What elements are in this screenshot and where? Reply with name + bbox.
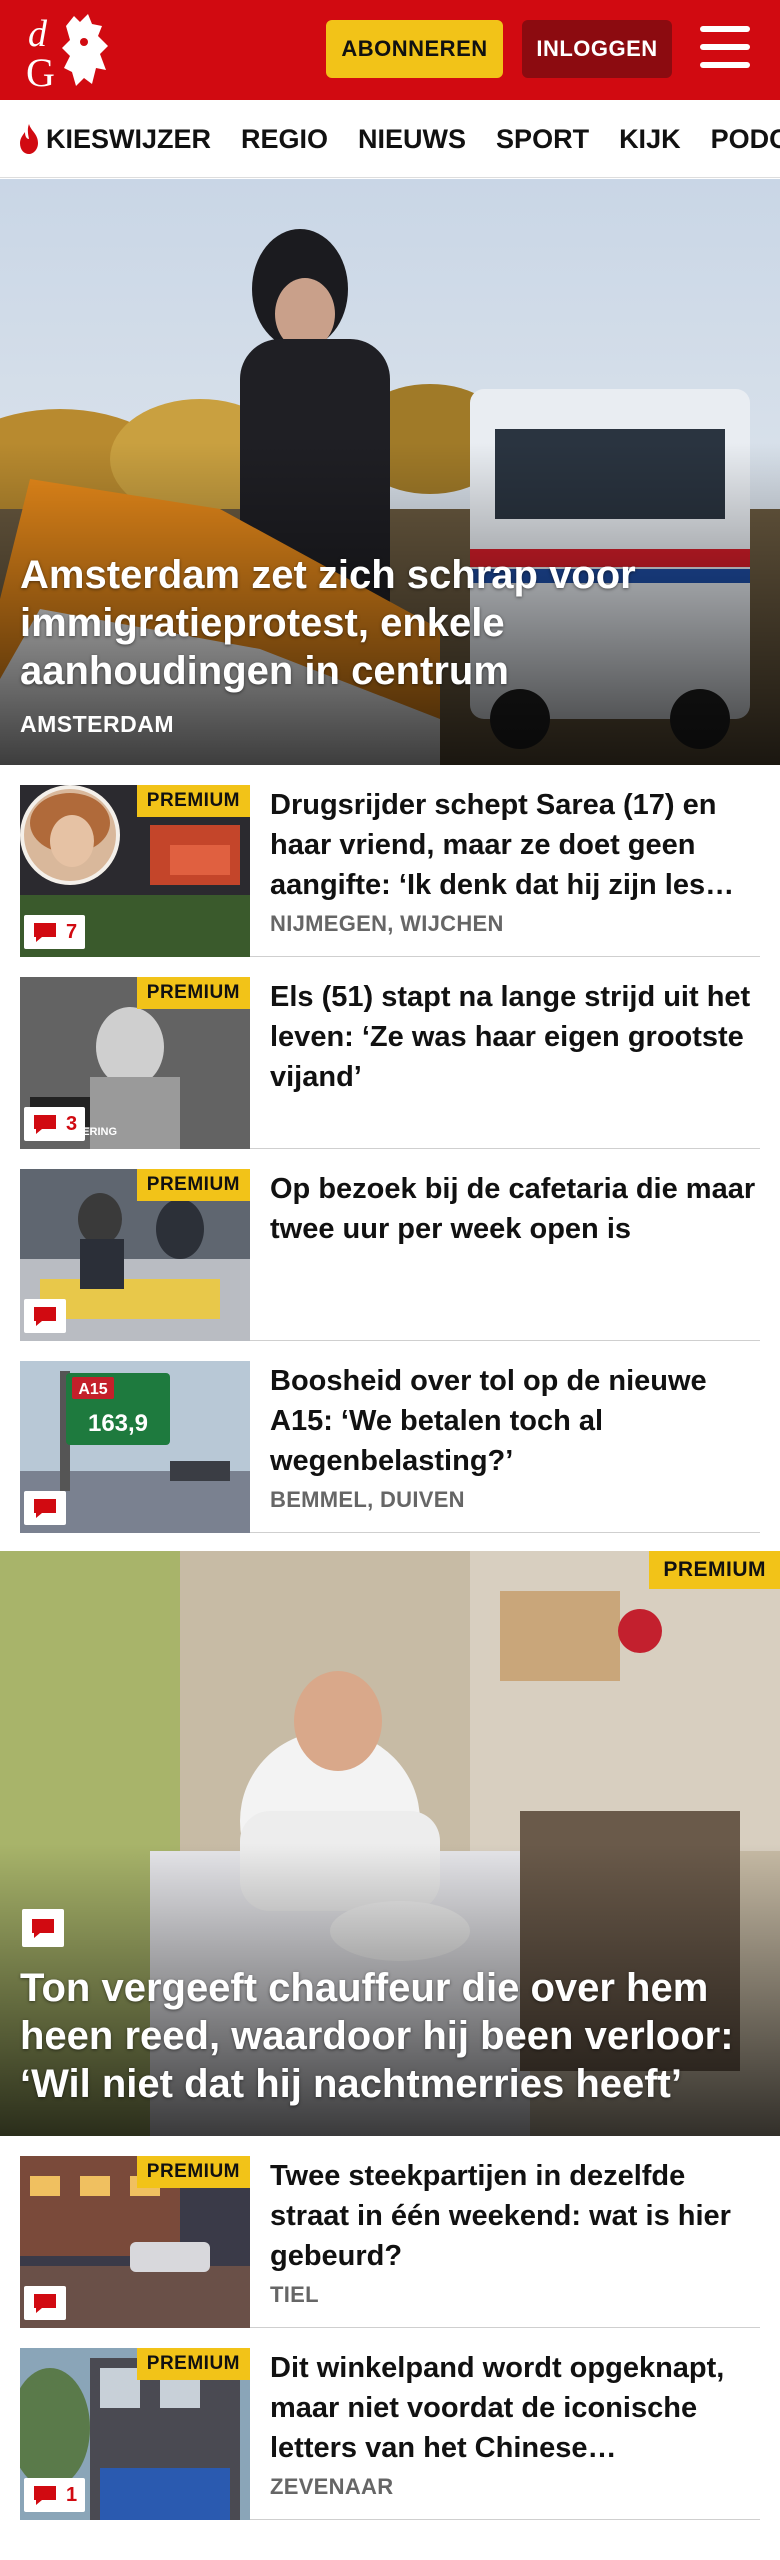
nav-item-regio[interactable]: REGIO [241, 124, 328, 155]
nav-item-kijk[interactable]: KIJK [619, 124, 681, 155]
premium-badge: PREMIUM [136, 2156, 250, 2188]
comment-count[interactable] [24, 2286, 66, 2320]
list-item[interactable]: A15 163,9 Boosheid over tol op de nieuwe… [20, 1361, 760, 1533]
feature-title[interactable]: Ton vergeeft chauffeur die over hem heen… [20, 1964, 765, 2108]
menu-icon[interactable] [700, 26, 750, 70]
article-title[interactable]: Twee steekpartijen in dezelfde straat in… [270, 2156, 760, 2276]
premium-badge: PREMIUM [136, 2348, 250, 2380]
comment-icon [34, 923, 56, 942]
comment-icon [32, 1919, 54, 1938]
article-title[interactable]: Boosheid over tol op de nieuwe A15: ‘We … [270, 1361, 760, 1481]
comment-icon [34, 1499, 56, 1518]
nav-item-label: KIESWIJZER [46, 123, 212, 154]
article-location: TIEL [270, 2282, 319, 2307]
flame-icon [20, 124, 38, 154]
main-navigation: KIESWIJZER REGIO NIEUWS SPORT KIJK PODCA… [0, 100, 780, 178]
comment-count[interactable] [24, 1299, 66, 1333]
site-header: d G ABONNEREN INLOGGEN [0, 0, 780, 100]
premium-badge: PREMIUM [136, 977, 250, 1009]
comment-count-value: 3 [66, 1112, 78, 1135]
site-logo[interactable]: d G [22, 8, 118, 95]
svg-text:G: G [26, 50, 55, 92]
road-sign-km: 163,9 [88, 1410, 148, 1437]
nav-item-nieuws[interactable]: NIEUWS [358, 124, 466, 155]
comment-count[interactable]: 3 [24, 1107, 86, 1141]
hero-title[interactable]: Amsterdam zet zich schrap voor immigrati… [20, 551, 760, 695]
article-location: ZEVENAAR [270, 2474, 394, 2499]
article-thumbnail: IN HERINNERING PREMIUM 3 [20, 977, 250, 1149]
article-thumbnail: PREMIUM 7 [20, 785, 250, 957]
list-item[interactable]: PREMIUM 7 Drugsrijder schept Sarea (17) … [20, 785, 760, 957]
article-title[interactable]: Drugsrijder schept Sarea (17) en haar vr… [270, 785, 760, 905]
list-item[interactable]: PREMIUM Twee steekpartijen in dezelfde s… [20, 2156, 760, 2328]
comment-count[interactable]: 7 [24, 915, 86, 949]
nav-item-sport[interactable]: SPORT [496, 124, 589, 155]
article-title[interactable]: Els (51) stapt na lange strijd uit het l… [270, 977, 760, 1097]
article-thumbnail: PREMIUM [20, 2156, 250, 2328]
subscribe-button[interactable]: ABONNEREN [326, 20, 503, 78]
comment-count-value: 7 [66, 920, 78, 943]
article-thumbnail: A15 163,9 [20, 1361, 250, 1533]
article-title[interactable]: Dit winkelpand wordt opgeknapt, maar nie… [270, 2348, 760, 2468]
article-thumbnail: PREMIUM 1 [20, 2348, 250, 2520]
comment-count[interactable]: 1 [24, 2478, 86, 2512]
login-button[interactable]: INLOGGEN [522, 20, 672, 78]
comment-icon [34, 2486, 56, 2505]
article-thumbnail: PREMIUM [20, 1169, 250, 1341]
comment-icon [34, 2294, 56, 2313]
premium-badge: PREMIUM [136, 1169, 250, 1201]
article-location: NIJMEGEN, WIJCHEN [270, 911, 504, 936]
list-item[interactable]: PREMIUM Op bezoek bij de cafetaria die m… [20, 1169, 760, 1341]
hero-location: AMSTERDAM [20, 711, 174, 737]
feature-article[interactable]: PREMIUM Ton vergeeft chauffeur die over … [0, 1551, 780, 2136]
article-location: BEMMEL, DUIVEN [270, 1487, 465, 1512]
comment-icon [34, 1115, 56, 1134]
article-title[interactable]: Op bezoek bij de cafetaria die maar twee… [270, 1169, 760, 1249]
comment-count-value: 1 [66, 2483, 78, 2506]
road-sign-number: A15 [78, 1381, 107, 1398]
list-item[interactable]: PREMIUM 1 Dit winkelpand wordt opgeknapt… [20, 2348, 760, 2520]
comment-count[interactable] [22, 1909, 64, 1947]
list-item[interactable]: IN HERINNERING PREMIUM 3 Els (51) stapt … [20, 977, 760, 1149]
premium-badge: PREMIUM [136, 785, 250, 817]
svg-text:d: d [28, 13, 48, 55]
comment-count[interactable] [24, 1491, 66, 1525]
nav-item-kieswijzer[interactable]: KIESWIJZER [16, 123, 211, 155]
premium-badge: PREMIUM [649, 1551, 780, 1589]
nav-item-podcasts[interactable]: PODCASTS [711, 124, 780, 155]
hero-article[interactable]: Amsterdam zet zich schrap voor immigrati… [0, 179, 780, 765]
comment-icon [34, 1307, 56, 1326]
